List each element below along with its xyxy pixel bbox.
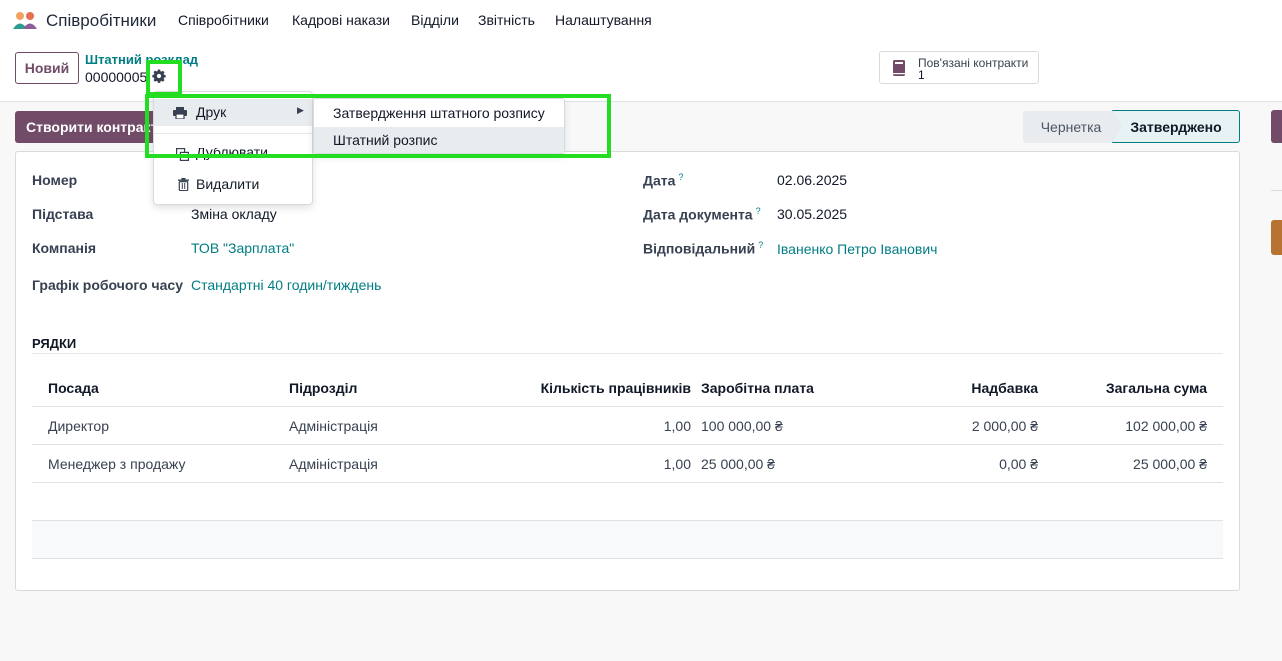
- menu-item-delete[interactable]: Видалити: [174, 176, 294, 196]
- help-icon[interactable]: ?: [756, 206, 761, 216]
- label-number: Номер: [32, 172, 78, 188]
- action-menu: Друк ▶ Дублювати Видалити: [153, 91, 313, 205]
- menu-item-print[interactable]: Друк ▶: [154, 99, 312, 126]
- record-name: 00000005: [85, 69, 148, 85]
- help-icon[interactable]: ?: [678, 172, 683, 182]
- app-name[interactable]: Співробітники: [46, 11, 156, 31]
- column-header-position[interactable]: Посада: [48, 380, 99, 396]
- label-responsible: Відповідальний?: [643, 240, 764, 257]
- field-responsible[interactable]: Іваненко Петро Іванович: [777, 241, 937, 257]
- menu-item-print-label: Друк: [196, 104, 227, 120]
- table-cell-headcount[interactable]: 1,00: [500, 456, 691, 472]
- section-divider: [32, 353, 1223, 354]
- table-cell-total[interactable]: 25 000,00 ₴: [1050, 456, 1207, 472]
- menu-item-duplicate-label: Дублювати: [196, 148, 268, 160]
- label-company: Компанія: [32, 240, 97, 256]
- table-cell-headcount[interactable]: 1,00: [500, 418, 691, 434]
- related-contracts-button[interactable]: Пов'язані контракти 1: [879, 51, 1039, 84]
- table-cell-salary[interactable]: 100 000,00 ₴: [701, 418, 783, 434]
- printer-icon: [173, 107, 187, 119]
- related-contracts-count: 1: [918, 68, 925, 82]
- menu-item-print-staffing-table[interactable]: Штатний розпис: [314, 127, 564, 153]
- side-panel-divider: [1271, 190, 1282, 191]
- book-icon: [893, 60, 905, 76]
- menu-divider: [154, 133, 312, 134]
- field-document-date[interactable]: 30.05.2025: [777, 206, 847, 222]
- print-submenu: Затвердження штатного розпису Штатний ро…: [313, 98, 565, 154]
- table-cell-salary[interactable]: 25 000,00 ₴: [701, 456, 775, 472]
- empty-table-row: [32, 521, 1223, 558]
- table-cell-bonus[interactable]: 2 000,00 ₴: [880, 418, 1038, 434]
- breadcrumb-parent[interactable]: Штатний розклад: [85, 52, 198, 67]
- menu-item-print-staffing-approval[interactable]: Затвердження штатного розпису: [314, 100, 564, 126]
- chevron-right-icon: ▶: [297, 105, 304, 115]
- copy-icon: [176, 148, 189, 161]
- menu-employees[interactable]: Співробітники: [178, 12, 269, 28]
- field-work-schedule[interactable]: Стандартні 40 годин/тиждень: [191, 277, 381, 293]
- column-header-headcount[interactable]: Кількість працівників: [500, 380, 691, 396]
- create-contract-button[interactable]: Створити контракт: [15, 111, 165, 143]
- table-cell-position[interactable]: Менеджер з продажу: [48, 456, 185, 472]
- field-company[interactable]: ТОВ "Зарплата": [191, 240, 294, 256]
- label-date: Дата?: [643, 172, 684, 189]
- table-row-divider: [32, 482, 1223, 483]
- table-row-divider: [32, 444, 1223, 445]
- label-document-date: Дата документа?: [643, 206, 761, 223]
- trash-icon: [178, 178, 189, 191]
- gear-icon[interactable]: [152, 69, 166, 83]
- menu-item-duplicate[interactable]: Дублювати: [174, 148, 294, 168]
- table-row-divider: [32, 558, 1223, 559]
- column-header-salary[interactable]: Заробітна плата: [701, 380, 814, 396]
- menu-settings[interactable]: Налаштування: [555, 12, 652, 28]
- top-navbar: Співробітники Співробітники Кадрові нака…: [0, 0, 1282, 40]
- menu-reporting[interactable]: Звітність: [478, 12, 535, 28]
- table-cell-position[interactable]: Директор: [48, 418, 109, 434]
- status-approved[interactable]: Затверджено: [1112, 110, 1240, 143]
- help-icon[interactable]: ?: [758, 240, 763, 250]
- table-cell-total[interactable]: 102 000,00 ₴: [1050, 418, 1207, 434]
- related-contracts-label: Пов'язані контракти: [918, 56, 1029, 70]
- status-arrow: [1112, 110, 1122, 143]
- column-header-total[interactable]: Загальна сума: [1050, 380, 1207, 396]
- label-work-schedule: Графік робочого часу: [32, 277, 183, 293]
- table-header-divider: [32, 406, 1223, 407]
- table-cell-bonus[interactable]: 0,00 ₴: [880, 456, 1038, 472]
- side-panel-edge-accent: [1271, 220, 1282, 255]
- app-logo-icon[interactable]: [12, 10, 38, 30]
- field-date[interactable]: 02.06.2025: [777, 172, 847, 188]
- table-cell-department[interactable]: Адміністрація: [289, 418, 378, 434]
- new-button[interactable]: Новий: [15, 52, 79, 84]
- menu-departments[interactable]: Відділи: [411, 12, 459, 28]
- label-basis: Підстава: [32, 206, 94, 222]
- menu-hr-orders[interactable]: Кадрові накази: [292, 12, 390, 28]
- column-header-bonus[interactable]: Надбавка: [880, 380, 1038, 396]
- status-draft[interactable]: Чернетка: [1023, 111, 1119, 143]
- lines-section-title: РЯДКИ: [32, 336, 77, 351]
- table-cell-department[interactable]: Адміністрація: [289, 456, 378, 472]
- field-basis[interactable]: Зміна окладу: [191, 206, 277, 222]
- menu-item-delete-label: Видалити: [196, 176, 260, 192]
- side-panel-edge: [1271, 110, 1282, 143]
- column-header-department[interactable]: Підрозділ: [289, 380, 357, 396]
